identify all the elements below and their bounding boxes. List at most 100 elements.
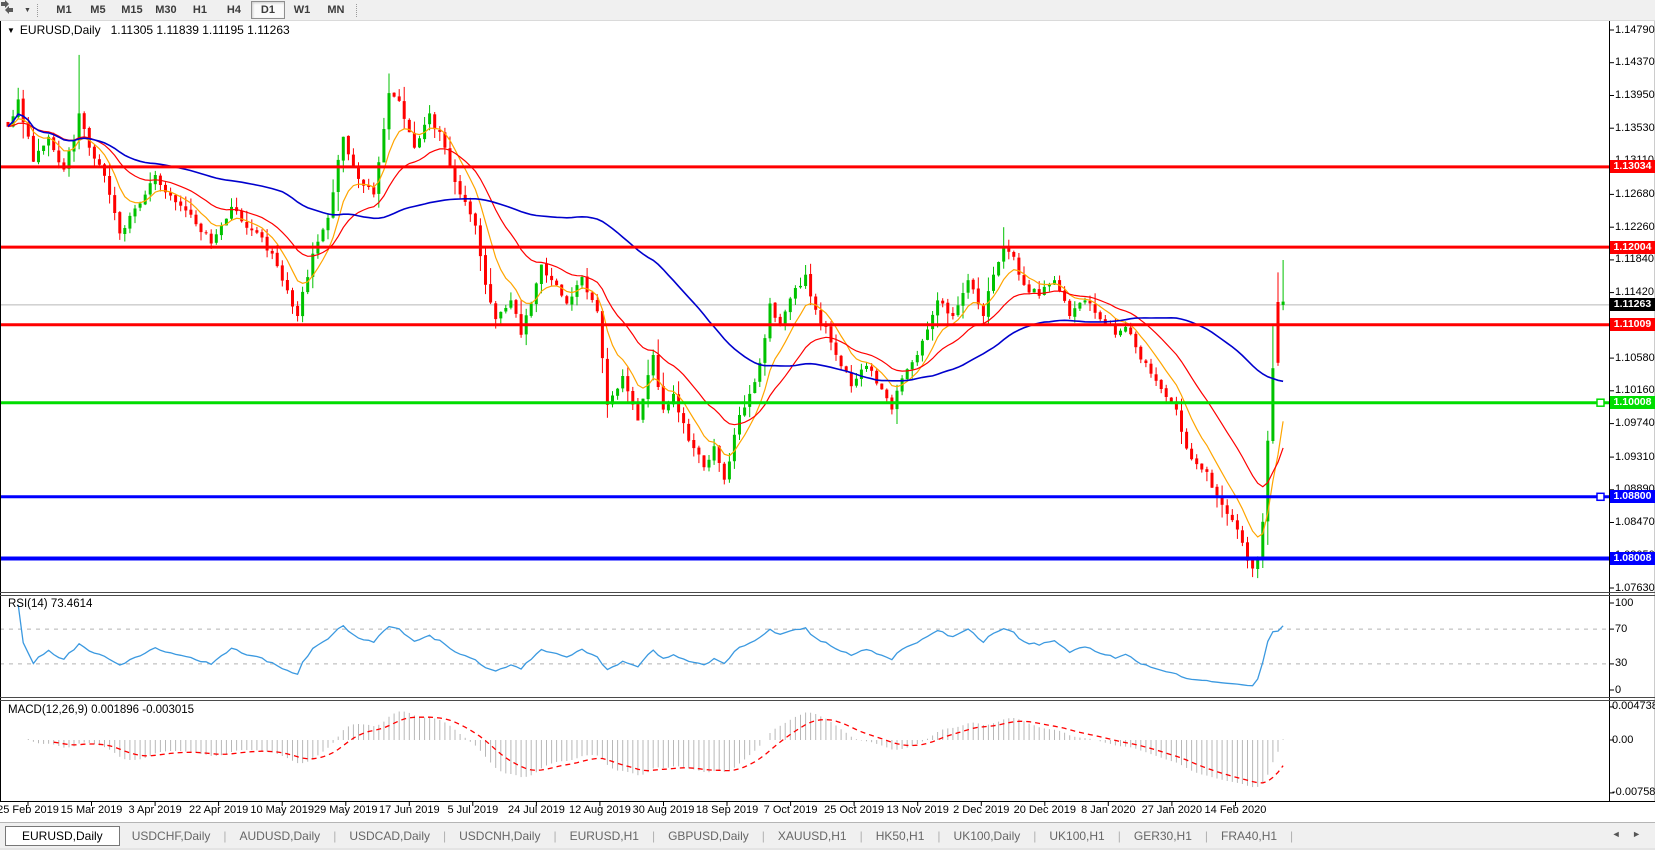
tab-separator: | xyxy=(333,829,336,843)
date-axis-label: 20 Dec 2019 xyxy=(1014,804,1076,816)
hline-price-label[interactable]: 1.12004 xyxy=(1610,241,1655,254)
price-axis-tick: 1.11420 xyxy=(1615,286,1654,298)
chart-periods-icon[interactable] xyxy=(5,2,23,18)
date-axis-label: 17 Jun 2019 xyxy=(379,804,440,816)
tab-separator: | xyxy=(443,829,446,843)
chart-tab-fra40-h1[interactable]: FRA40,H1 xyxy=(1209,826,1289,846)
hline-price-label[interactable]: 1.13034 xyxy=(1610,160,1655,173)
tab-separator: | xyxy=(652,829,655,843)
chart-tab-usdchf-daily[interactable]: USDCHF,Daily xyxy=(120,826,223,846)
tab-separator: | xyxy=(1033,829,1036,843)
tab-scroll-left-icon[interactable]: ◄ xyxy=(1612,829,1621,839)
rsi-axis-tick: 100 xyxy=(1615,597,1633,609)
tab-separator: | xyxy=(1205,829,1208,843)
chart-tab-usdcad-daily[interactable]: USDCAD,Daily xyxy=(337,826,442,846)
hline-price-label[interactable]: 1.10008 xyxy=(1610,396,1655,409)
chart-title: ▼ EURUSD,Daily 1.11305 1.11839 1.11195 1… xyxy=(7,23,290,37)
price-axis-tick: 1.12260 xyxy=(1615,221,1655,233)
current-price-label: 1.11263 xyxy=(1610,298,1655,311)
macd-axis-tick: 0.004738 xyxy=(1612,700,1655,712)
tab-scroll-right-icon[interactable]: ► xyxy=(1632,829,1641,839)
price-axis-tick: 1.13950 xyxy=(1615,89,1655,101)
chart-tab-uk100-h1[interactable]: UK100,H1 xyxy=(1037,826,1116,846)
price-axis-tick: 1.14370 xyxy=(1615,56,1655,68)
date-axis-label: 29 May 2019 xyxy=(314,804,378,816)
rsi-label: RSI(14) 73.4614 xyxy=(8,598,92,610)
date-axis-label: 30 Aug 2019 xyxy=(633,804,695,816)
chart-tab-gbpusd-daily[interactable]: GBPUSD,Daily xyxy=(656,826,761,846)
date-axis-label: 15 Mar 2019 xyxy=(61,804,123,816)
timeframe-button-M1[interactable]: M1 xyxy=(47,1,81,19)
timeframe-button-H4[interactable]: H4 xyxy=(217,1,251,19)
timeframe-button-H1[interactable]: H1 xyxy=(183,1,217,19)
date-axis-label: 5 Jul 2019 xyxy=(447,804,498,816)
toolbar-grip xyxy=(37,4,42,17)
chart-periods-icon-glyph xyxy=(0,0,14,14)
price-axis-tick: 1.09740 xyxy=(1615,417,1655,429)
timeframe-button-W1[interactable]: W1 xyxy=(285,1,319,19)
hline-price-label[interactable]: 1.08008 xyxy=(1610,552,1655,565)
chart-tab-uk100-daily[interactable]: UK100,Daily xyxy=(942,826,1033,846)
tab-separator: | xyxy=(553,829,556,843)
chart-ohlc-values: 1.11305 1.11839 1.11195 1.11263 xyxy=(111,23,290,37)
price-axis-tick: 1.10580 xyxy=(1615,352,1655,364)
price-axis-tick: 1.14790 xyxy=(1615,24,1655,36)
timeframe-buttons: M1M5M15M30H1H4D1W1MN xyxy=(47,1,353,19)
tab-separator: | xyxy=(762,829,765,843)
rsi-axis-tick: 30 xyxy=(1615,657,1627,669)
date-axis-label: 8 Jan 2020 xyxy=(1081,804,1135,816)
chevron-down-icon[interactable]: ▼ xyxy=(24,7,31,14)
timeframes-toolbar: ▼ M1M5M15M30H1H4D1W1MN xyxy=(0,0,1655,21)
tab-separator: | xyxy=(860,829,863,843)
macd-axis-tick: 0.00 xyxy=(1612,734,1633,746)
price-axis-tick: 1.11840 xyxy=(1615,253,1654,265)
date-axis-label: 25 Oct 2019 xyxy=(824,804,884,816)
macd-label: MACD(12,26,9) 0.001896 -0.003015 xyxy=(8,704,194,716)
date-axis-label: 18 Sep 2019 xyxy=(696,804,758,816)
tab-separator: | xyxy=(937,829,940,843)
rsi-axis-tick: 0 xyxy=(1615,684,1621,696)
date-axis-label: 13 Nov 2019 xyxy=(886,804,948,816)
price-axis-tick: 1.12680 xyxy=(1615,188,1655,200)
date-axis-label: 14 Feb 2020 xyxy=(1205,804,1267,816)
chart-tab-eurusd-daily[interactable]: EURUSD,Daily xyxy=(5,826,120,846)
date-axis-label: 10 May 2019 xyxy=(250,804,314,816)
price-axis-tick: 1.07630 xyxy=(1615,582,1655,594)
timeframe-button-M30[interactable]: M30 xyxy=(149,1,183,19)
price-axis-tick: 1.13530 xyxy=(1615,122,1655,134)
date-axis-label: 22 Apr 2019 xyxy=(189,804,248,816)
chart-tab-usdcnh-daily[interactable]: USDCNH,Daily xyxy=(447,826,552,846)
timeframe-button-MN[interactable]: MN xyxy=(319,1,353,19)
price-axis-tick: 1.10160 xyxy=(1615,384,1655,396)
date-axis-label: 3 Apr 2019 xyxy=(128,804,181,816)
timeframe-button-M15[interactable]: M15 xyxy=(115,1,149,19)
date-axis-label: 24 Jul 2019 xyxy=(508,804,565,816)
chart-tab-hk50-h1[interactable]: HK50,H1 xyxy=(864,826,937,846)
price-axis-tick: 1.08470 xyxy=(1615,516,1655,528)
chart-dropdown-icon[interactable]: ▼ xyxy=(7,26,15,35)
date-axis-label: 2 Dec 2019 xyxy=(953,804,1009,816)
application-window: ▼ M1M5M15M30H1H4D1W1MN ▼ EURUSD,Daily 1.… xyxy=(0,0,1655,850)
chart-tab-strip: EURUSD,DailyUSDCHF,Daily|AUDUSD,Daily|US… xyxy=(0,822,1655,848)
toolbar-grip-end xyxy=(356,4,361,17)
chart-tab-eurusd-h1[interactable]: EURUSD,H1 xyxy=(558,826,651,846)
chart-symbol-period: EURUSD,Daily xyxy=(20,23,101,37)
chart-tab-xauusd-h1[interactable]: XAUUSD,H1 xyxy=(766,826,859,846)
price-axis-tick: 1.09310 xyxy=(1615,451,1655,463)
date-axis-label: 27 Jan 2020 xyxy=(1142,804,1203,816)
macd-axis-tick: -0.007584 xyxy=(1612,786,1655,798)
rsi-axis-tick: 70 xyxy=(1615,623,1627,635)
tab-separator: | xyxy=(1118,829,1121,843)
hline-price-label[interactable]: 1.11009 xyxy=(1610,318,1655,331)
chart-tab-audusd-daily[interactable]: AUDUSD,Daily xyxy=(228,826,333,846)
date-axis-label: 7 Oct 2019 xyxy=(764,804,818,816)
chart-tab-ger30-h1[interactable]: GER30,H1 xyxy=(1122,826,1204,846)
tab-separator: | xyxy=(223,829,226,843)
hline-price-label[interactable]: 1.08800 xyxy=(1610,490,1655,503)
tab-scroll-arrows: ◄ ► xyxy=(1603,829,1641,839)
chart-canvas[interactable] xyxy=(0,0,1655,850)
timeframe-button-M5[interactable]: M5 xyxy=(81,1,115,19)
timeframe-button-D1[interactable]: D1 xyxy=(251,1,285,19)
tab-separator: | xyxy=(1290,829,1293,843)
date-axis-label: 12 Aug 2019 xyxy=(569,804,631,816)
